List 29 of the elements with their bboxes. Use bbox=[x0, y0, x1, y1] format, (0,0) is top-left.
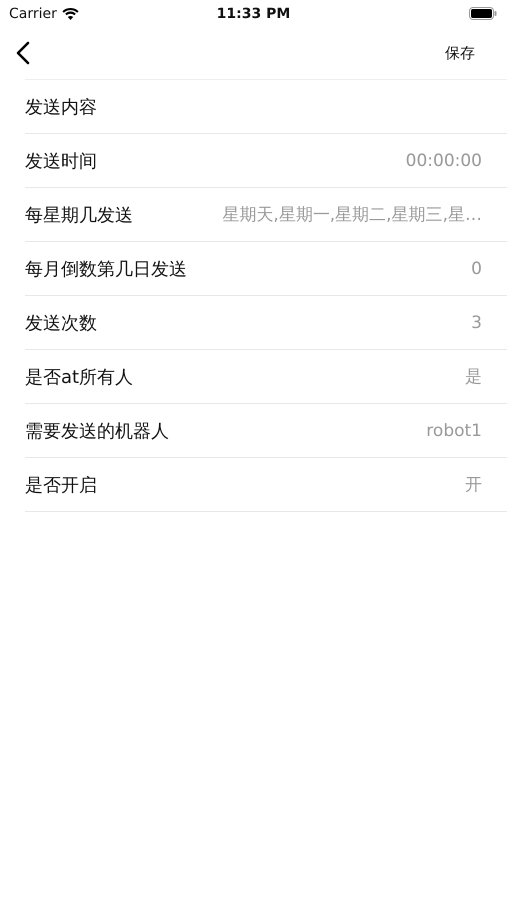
row-label: 发送内容 bbox=[25, 96, 97, 118]
wifi-icon bbox=[62, 8, 79, 20]
row-value: 是 bbox=[465, 366, 482, 388]
row-label: 是否开启 bbox=[25, 474, 97, 496]
row-label: 每月倒数第几日发送 bbox=[25, 258, 187, 280]
status-time: 11:33 PM bbox=[216, 6, 292, 22]
row-value: 00:00:00 bbox=[406, 150, 482, 170]
settings-row[interactable]: 每月倒数第几日发送 0 bbox=[25, 242, 507, 296]
row-value: robot1 bbox=[426, 420, 482, 440]
settings-row[interactable]: 发送内容 bbox=[25, 80, 507, 134]
settings-row[interactable]: 发送次数 3 bbox=[25, 296, 507, 350]
save-button[interactable]: 保存 bbox=[439, 40, 481, 66]
battery-icon bbox=[469, 7, 497, 20]
row-label: 每星期几发送 bbox=[25, 204, 133, 226]
settings-row[interactable]: 需要发送的机器人 robot1 bbox=[25, 404, 507, 458]
settings-row[interactable]: 是否at所有人 是 bbox=[25, 350, 507, 404]
row-label: 发送次数 bbox=[25, 312, 97, 334]
row-value: 开 bbox=[465, 474, 482, 496]
settings-row[interactable]: 每星期几发送 星期天,星期一,星期二,星期三,星… bbox=[25, 188, 507, 242]
settings-row[interactable]: 发送时间 00:00:00 bbox=[25, 134, 507, 188]
back-icon[interactable] bbox=[16, 41, 30, 65]
row-value: 0 bbox=[471, 258, 482, 278]
row-label: 需要发送的机器人 bbox=[25, 420, 169, 442]
row-label: 发送时间 bbox=[25, 150, 97, 172]
settings-row[interactable]: 是否开启 开 bbox=[25, 458, 507, 512]
row-value: 星期天,星期一,星期二,星期三,星… bbox=[222, 204, 482, 226]
row-label: 是否at所有人 bbox=[25, 366, 134, 388]
carrier-label: Carrier bbox=[9, 6, 57, 22]
row-value: 3 bbox=[471, 312, 482, 332]
